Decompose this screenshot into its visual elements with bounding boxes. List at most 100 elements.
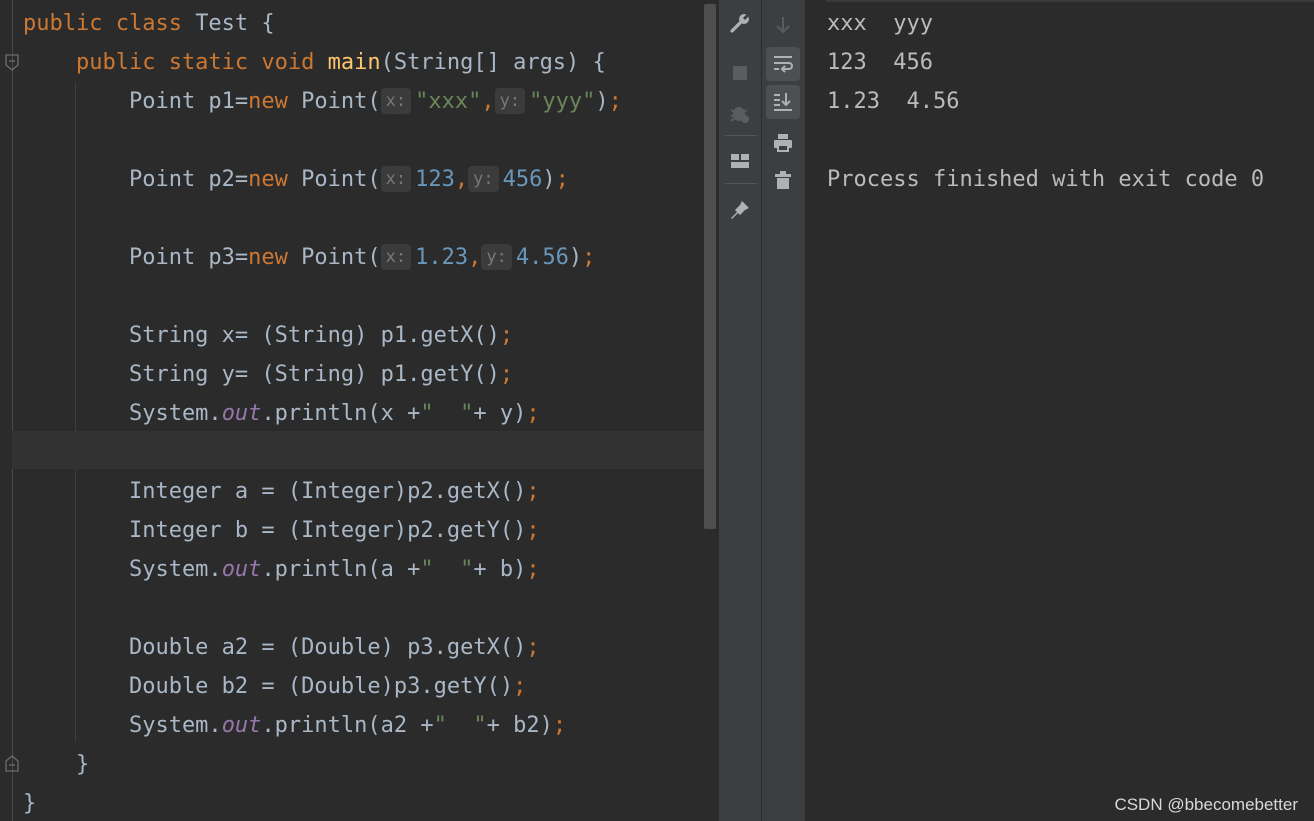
console-line: 123 456: [827, 50, 933, 75]
toolbar-separator: [725, 183, 757, 184]
code-token: Integer b = (Integer)p2.getY(): [23, 518, 527, 543]
current-line-highlight: [12, 431, 716, 469]
code-token: Point(: [301, 89, 381, 114]
code-token: .println(a +: [261, 557, 421, 582]
code-line[interactable]: System.out.println(a +" "+ b);: [23, 550, 540, 589]
scroll-to-end-icon[interactable]: [766, 85, 800, 119]
fold-close-icon[interactable]: [4, 754, 20, 772]
parameter-hint: y:: [494, 88, 526, 114]
layout-icon[interactable]: [723, 144, 757, 178]
toolbar-separator: [725, 135, 757, 136]
code-editor[interactable]: public class Test { public static void m…: [0, 0, 718, 821]
code-token: .println(x +: [261, 401, 421, 426]
code-token: }: [23, 791, 37, 816]
code-line[interactable]: }: [23, 784, 36, 821]
code-line[interactable]: Point p2=new Point(x: 123, y: 456);: [23, 160, 569, 199]
code-token: "xxx": [415, 89, 482, 114]
code-token: " ": [420, 557, 474, 582]
code-token: new: [248, 167, 302, 192]
code-line[interactable]: public class Test {: [23, 4, 275, 43]
code-line[interactable]: public static void main(String[] args) {: [23, 43, 606, 82]
code-token: new: [248, 245, 302, 270]
code-token: ): [542, 167, 556, 192]
code-token: public static void: [23, 50, 328, 75]
code-line[interactable]: Point p1=new Point(x: "xxx", y: "yyy");: [23, 82, 622, 121]
code-token: Integer a = (Integer)p2.getX(): [23, 479, 527, 504]
code-token: + y): [473, 401, 527, 426]
code-token: Point p3=: [23, 245, 249, 270]
code-line[interactable]: String x= (String) p1.getX();: [23, 316, 513, 355]
code-token: 123: [415, 167, 455, 192]
editor-scrollbar[interactable]: [704, 4, 716, 529]
parameter-hint: x:: [380, 244, 412, 270]
code-token: ;: [513, 674, 527, 699]
code-line[interactable]: Point p3=new Point(x: 1.23, y: 4.56);: [23, 238, 595, 277]
scroll-down-arrow-icon[interactable]: [766, 8, 800, 42]
code-line[interactable]: Integer b = (Integer)p2.getY();: [23, 511, 540, 550]
code-line[interactable]: Integer a = (Integer)p2.getX();: [23, 472, 540, 511]
code-token: main: [327, 50, 381, 75]
code-token: ;: [526, 557, 540, 582]
code-token: Point p2=: [23, 167, 249, 192]
debug-bug-icon[interactable]: [723, 96, 757, 130]
code-token: Point(: [301, 167, 381, 192]
code-token: ;: [582, 245, 596, 270]
code-token: ;: [555, 167, 569, 192]
code-token: ,: [468, 245, 482, 270]
code-token: String x= (String) p1.getX(): [23, 323, 500, 348]
code-token: .println(a2 +: [261, 713, 434, 738]
code-line[interactable]: }: [23, 745, 89, 784]
run-console[interactable]: xxx yyy 123 456 1.23 4.56 Process finish…: [806, 0, 1314, 821]
code-token: + b): [473, 557, 527, 582]
code-token: Test {: [195, 11, 275, 36]
code-line[interactable]: System.out.println(x +" "+ y);: [23, 394, 540, 433]
code-token: ;: [499, 323, 514, 348]
code-token: ): [595, 89, 609, 114]
console-line: 1.23 4.56: [827, 89, 960, 114]
code-token: out: [221, 713, 262, 738]
console-line: xxx yyy: [827, 11, 933, 36]
watermark: CSDN @bbecomebetter: [1114, 795, 1298, 814]
code-token: System.: [23, 713, 222, 738]
console-exit-message: Process finished with exit code 0: [827, 167, 1265, 192]
code-token: ,: [454, 167, 469, 192]
parameter-hint: x:: [380, 166, 412, 192]
code-token: + b2): [486, 713, 553, 738]
code-token: ): [568, 245, 583, 270]
code-token: ,: [481, 89, 495, 114]
code-token: }: [23, 752, 90, 777]
code-token: Point p1=: [23, 89, 249, 114]
code-token: ;: [608, 89, 622, 114]
parameter-hint: y:: [468, 166, 499, 192]
code-token: ;: [552, 713, 567, 738]
stop-icon[interactable]: [723, 56, 757, 90]
code-line[interactable]: Double b2 = (Double)p3.getY();: [23, 667, 526, 706]
fold-open-icon[interactable]: [4, 54, 20, 72]
code-token: new: [248, 89, 302, 114]
code-line[interactable]: System.out.println(a2 +" "+ b2);: [23, 706, 566, 745]
print-icon[interactable]: [766, 126, 800, 160]
code-token: ;: [526, 401, 540, 426]
code-token: 456: [502, 167, 543, 192]
code-token: System.: [23, 401, 222, 426]
code-token: out: [221, 401, 262, 426]
code-token: 1.23: [415, 245, 469, 270]
parameter-hint: x:: [380, 88, 412, 114]
code-token: (String[] args) {: [380, 50, 606, 75]
code-line[interactable]: Double a2 = (Double) p3.getX();: [23, 628, 540, 667]
parameter-hint: y:: [481, 244, 512, 270]
code-token: 4.56: [515, 245, 569, 270]
code-token: Double b2 = (Double)p3.getY(): [23, 674, 514, 699]
pin-icon[interactable]: [723, 193, 757, 227]
code-line[interactable]: String y= (String) p1.getY();: [23, 355, 513, 394]
code-token: "yyy": [529, 89, 596, 114]
code-token: " ": [433, 713, 487, 738]
trash-icon[interactable]: [766, 163, 800, 197]
code-token: ;: [526, 635, 540, 660]
console-top-border: [826, 0, 1314, 2]
wrench-icon[interactable]: [723, 6, 757, 40]
run-toolbar-left: [718, 0, 762, 821]
code-token: Double a2 = (Double) p3.getX(): [23, 635, 527, 660]
soft-wrap-icon[interactable]: [766, 47, 800, 81]
code-token: " ": [420, 401, 474, 426]
